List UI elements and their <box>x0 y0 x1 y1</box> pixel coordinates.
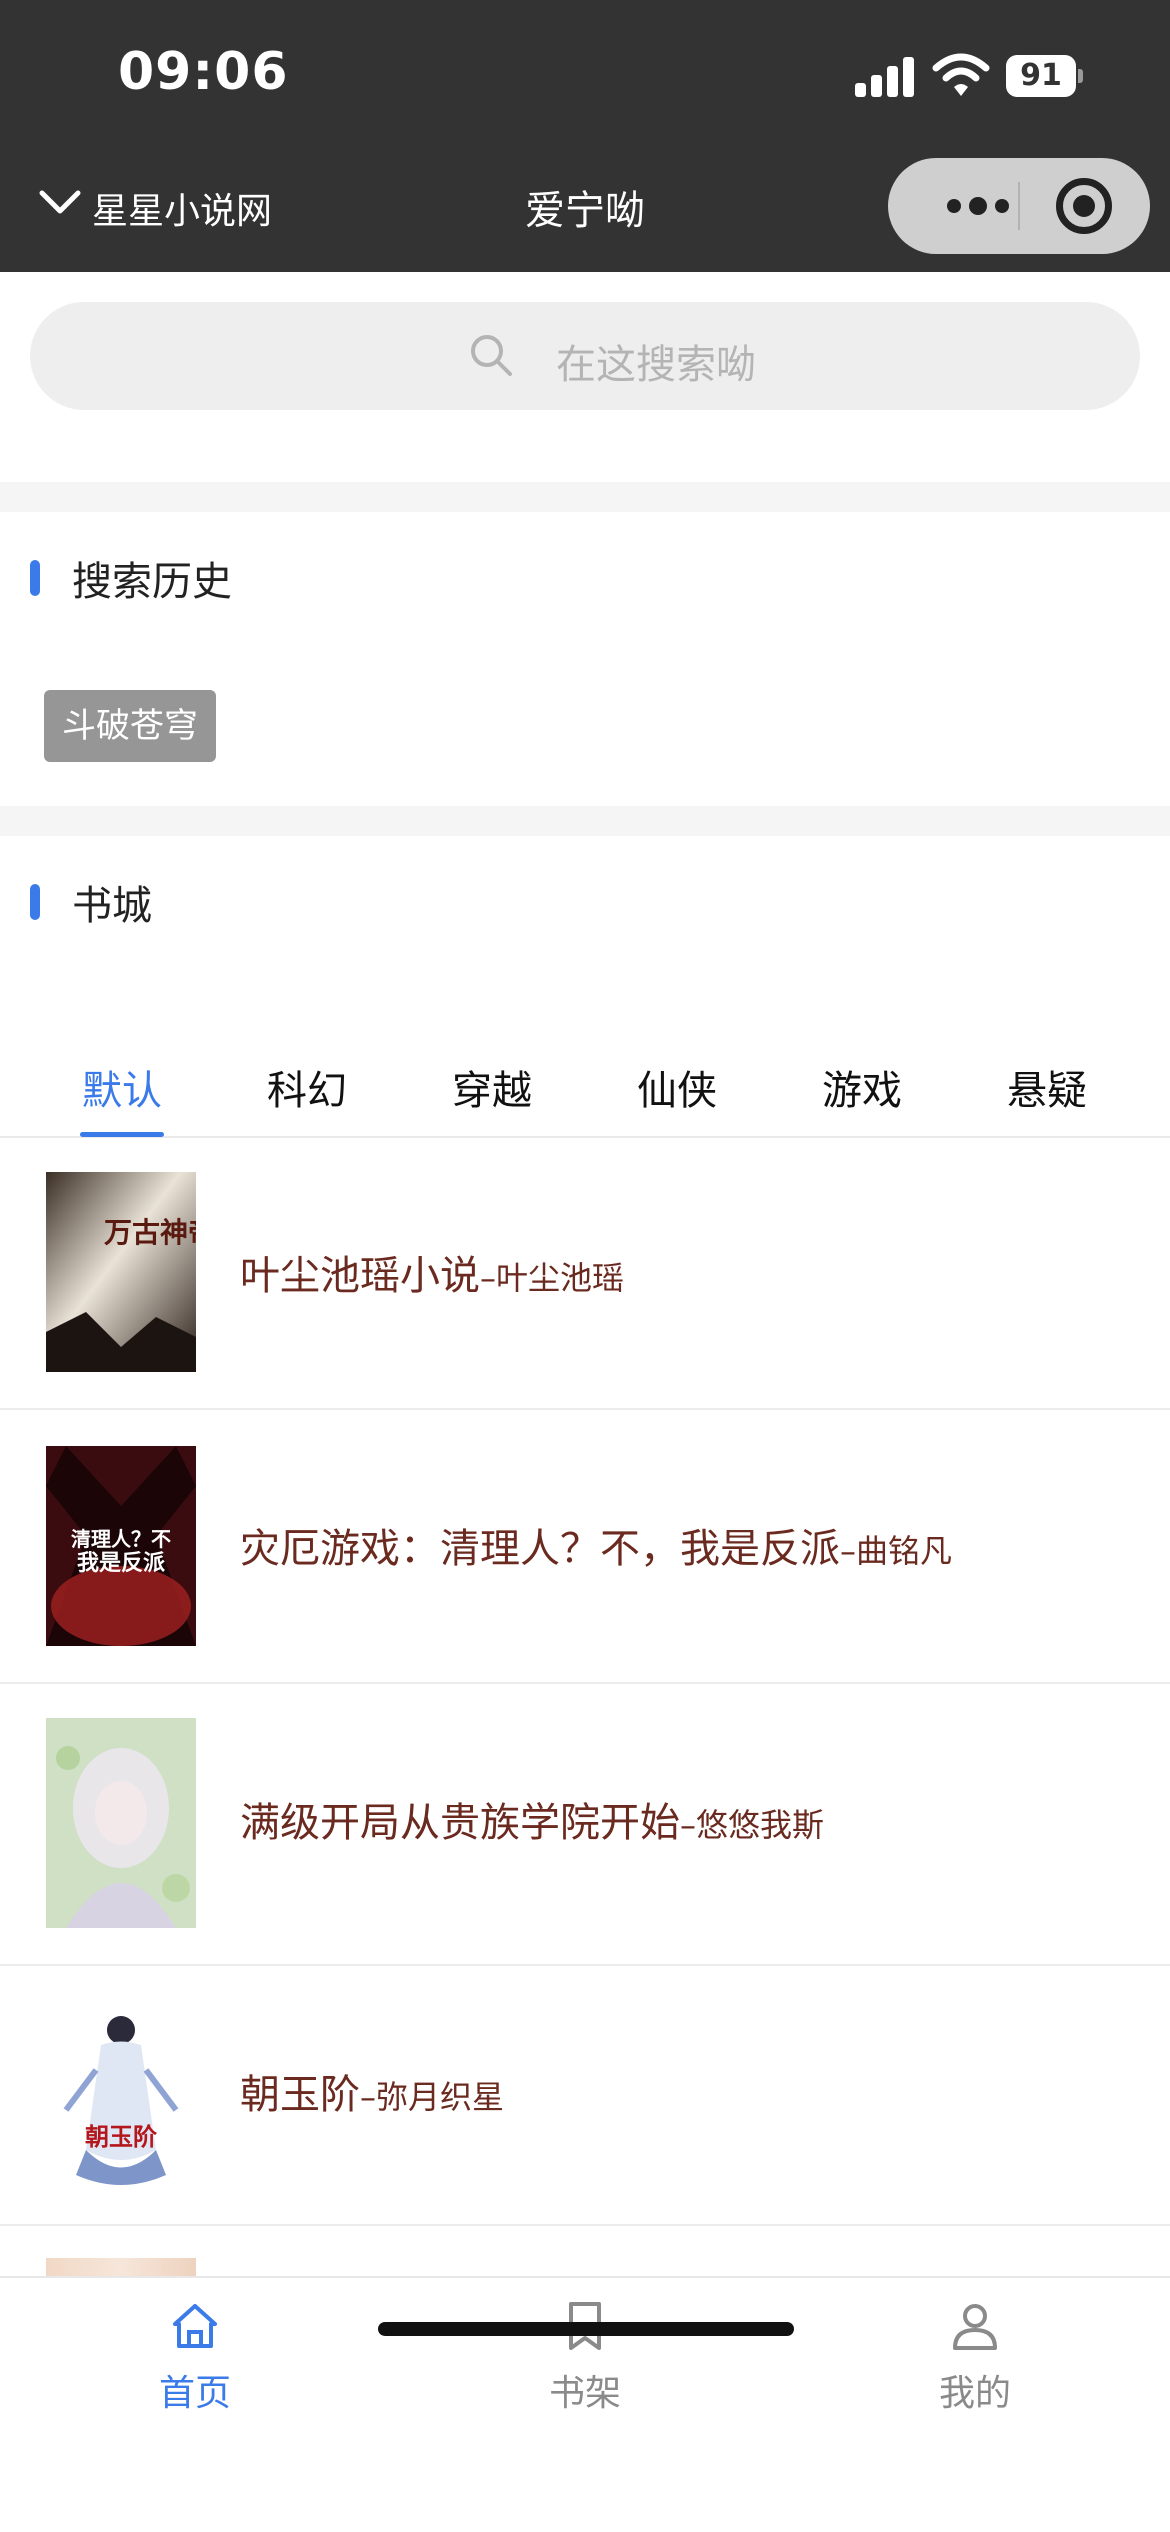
nav-me[interactable]: 我的 <box>875 2298 1075 2416</box>
title-separator: – <box>480 1259 496 1297</box>
book-title-line: 满级开局从贵族学院开始–悠悠我斯 <box>240 1790 824 1848</box>
book-author: 悠悠我斯 <box>696 1806 825 1844</box>
search-input[interactable]: 在这搜索呦 <box>30 302 1140 410</box>
title-separator: – <box>840 1532 856 1570</box>
cover-title: 万古神帝 <box>104 1216 196 1249</box>
top-header: 09:06 91 星星小说网 爱宁呦 <box>0 0 1170 272</box>
section-marker <box>30 884 40 920</box>
section-marker <box>30 560 40 596</box>
signal-icon <box>855 55 917 97</box>
battery-icon: 91 <box>1006 55 1083 97</box>
category-tabs: 默认 科幻 穿越 仙侠 游戏 悬疑 <box>0 1050 1170 1138</box>
active-tab-indicator <box>80 1132 164 1137</box>
bookstore-section-title: 书城 <box>30 877 152 929</box>
book-cover <box>46 1718 196 1928</box>
title-separator: – <box>680 1806 696 1844</box>
capsule-divider <box>1018 182 1020 230</box>
user-icon <box>953 2304 997 2350</box>
book-list-item[interactable]: 万古神帝 叶尘池瑶小说–叶尘池瑶 <box>0 1138 1170 1410</box>
wifi-icon <box>932 53 990 96</box>
history-section-title: 搜索历史 <box>30 553 232 605</box>
book-author: 叶尘池瑶 <box>496 1259 625 1297</box>
book-cover: 朝玉阶 <box>46 2000 196 2200</box>
search-placeholder: 在这搜索呦 <box>556 342 756 388</box>
book-cover: 清理人？不 我是反派 <box>46 1446 196 1646</box>
tab-xianxia[interactable]: 仙侠 <box>607 1058 747 1116</box>
nav-home-label: 首页 <box>158 2373 231 2414</box>
book-cover: 万古神帝 <box>46 1172 196 1372</box>
book-list-item[interactable]: 清理人？不 我是反派 灾厄游戏：清理人？不，我是反派–曲铭凡 <box>0 1410 1170 1684</box>
tab-scifi[interactable]: 科幻 <box>237 1058 377 1116</box>
cover-title: 朝玉阶 <box>85 2123 157 2151</box>
status-time: 09:06 <box>118 42 289 102</box>
book-author: 曲铭凡 <box>856 1532 953 1570</box>
history-tag[interactable]: 斗破苍穹 <box>44 690 216 762</box>
search-icon <box>471 335 512 376</box>
book-title-line: 朝玉阶–弥月织星 <box>240 2062 504 2120</box>
tab-mystery[interactable]: 悬疑 <box>977 1058 1117 1116</box>
home-indicator[interactable] <box>378 2322 794 2336</box>
title-separator: – <box>360 2078 376 2116</box>
nav-me-label: 我的 <box>938 2373 1011 2414</box>
cover-title-line2: 我是反派 <box>77 1551 165 1576</box>
book-title: 朝玉阶 <box>240 2072 360 2118</box>
cover-title-line1: 清理人？不 <box>71 1527 171 1551</box>
battery-level: 91 <box>1006 55 1076 97</box>
book-list-item[interactable]: 满级开局从贵族学院开始–悠悠我斯 <box>0 1684 1170 1966</box>
history-title: 搜索历史 <box>72 559 232 605</box>
nav-home[interactable]: 首页 <box>95 2298 295 2416</box>
tab-game[interactable]: 游戏 <box>792 1058 932 1116</box>
book-cover-partial <box>46 2258 196 2276</box>
page: 09:06 91 星星小说网 爱宁呦 在这搜索呦 搜索历史 斗破苍穹 书城 默认… <box>0 0 1170 2532</box>
bottom-tab-bar: 首页 书架 我的 <box>0 2276 1170 2532</box>
book-title: 灾厄游戏：清理人？不，我是反派 <box>240 1526 840 1572</box>
bookstore-title: 书城 <box>72 883 152 929</box>
book-title-line: 灾厄游戏：清理人？不，我是反派–曲铭凡 <box>240 1516 952 1574</box>
tab-default[interactable]: 默认 <box>52 1058 192 1116</box>
mini-program-capsule <box>888 158 1150 254</box>
book-author: 弥月织星 <box>376 2078 505 2116</box>
book-title-line: 叶尘池瑶小说–叶尘池瑶 <box>240 1243 624 1301</box>
close-target-icon[interactable] <box>1056 178 1112 234</box>
book-title: 叶尘池瑶小说 <box>240 1253 480 1299</box>
nav-bookshelf-label: 书架 <box>548 2373 621 2414</box>
more-dots-icon[interactable] <box>928 158 1028 254</box>
book-list-item[interactable]: 朝玉阶 朝玉阶–弥月织星 <box>0 1966 1170 2226</box>
book-title: 满级开局从贵族学院开始 <box>240 1800 680 1846</box>
tab-time-travel[interactable]: 穿越 <box>422 1058 562 1116</box>
nav-bookshelf[interactable]: 书架 <box>485 2298 685 2416</box>
home-icon <box>173 2304 217 2348</box>
section-divider <box>0 806 1170 836</box>
section-divider <box>0 482 1170 512</box>
